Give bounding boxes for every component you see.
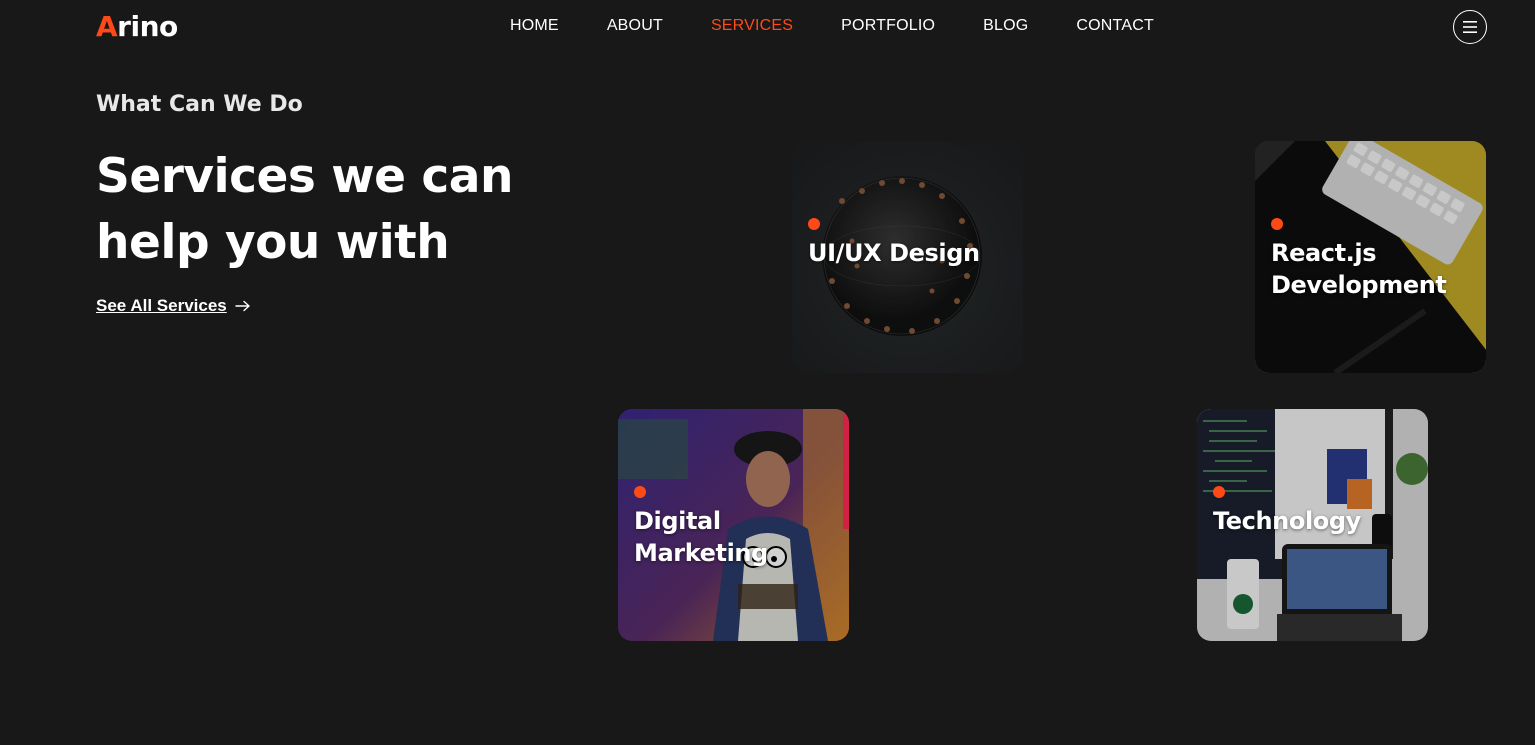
service-card-uiux[interactable]: UI/UX Design xyxy=(792,141,1023,373)
logo-accent-letter: A xyxy=(96,10,118,43)
service-title: React.js Development xyxy=(1271,239,1447,299)
page: Arino HOME ABOUT SERVICES PORTFOLIO BLOG… xyxy=(0,0,1535,745)
nav-about[interactable]: ABOUT xyxy=(607,17,663,35)
accent-dot xyxy=(1271,218,1283,230)
service-title: UI/UX Design xyxy=(808,239,980,267)
nav-portfolio[interactable]: PORTFOLIO xyxy=(841,17,935,35)
section-eyebrow: What Can We Do xyxy=(96,92,303,117)
accent-dot xyxy=(808,218,820,230)
accent-dot xyxy=(634,486,646,498)
section-headline: Services we can help you with xyxy=(96,149,513,270)
menu-button[interactable] xyxy=(1453,10,1487,44)
nav-services[interactable]: SERVICES xyxy=(711,17,793,35)
service-title: Digital Marketing xyxy=(634,507,768,567)
arrow-right-icon xyxy=(235,300,250,312)
logo-text: rino xyxy=(117,10,178,43)
accent-dot xyxy=(1213,486,1225,498)
nav-home[interactable]: HOME xyxy=(510,17,559,35)
see-all-services-link[interactable]: See All Services xyxy=(96,296,251,316)
hamburger-menu-icon xyxy=(1463,21,1477,33)
nav-contact[interactable]: CONTACT xyxy=(1076,17,1154,35)
service-card-digital-marketing[interactable]: Digital Marketing xyxy=(618,409,849,641)
service-title: Technology xyxy=(1213,507,1361,535)
service-card-react[interactable]: React.js Development xyxy=(1255,141,1486,373)
site-logo[interactable]: Arino xyxy=(96,10,178,43)
nav-blog[interactable]: BLOG xyxy=(983,17,1028,35)
service-card-technology[interactable]: Technology xyxy=(1197,409,1428,641)
see-all-label: See All Services xyxy=(96,296,227,315)
